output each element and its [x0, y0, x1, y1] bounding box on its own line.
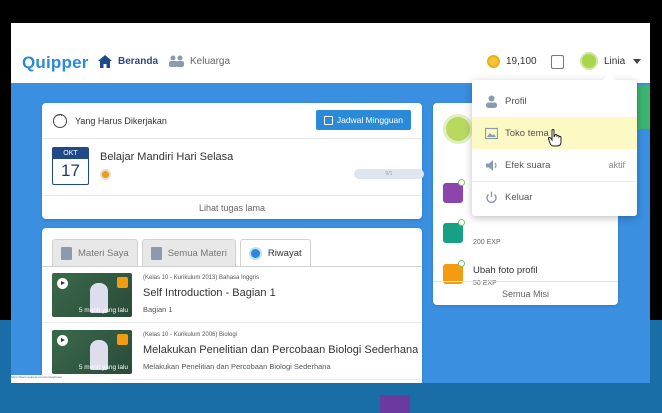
task-title: Belajar Mandiri Hari Selasa: [100, 151, 234, 163]
task-progress: 0/1: [354, 169, 424, 179]
user-avatar: [580, 52, 598, 70]
nav-beranda[interactable]: Beranda: [98, 55, 158, 68]
mission-status-dot: [458, 179, 465, 186]
tab-semua-materi[interactable]: Semua Materi: [141, 239, 236, 266]
trophy-icon: [443, 223, 463, 243]
play-icon: [57, 278, 68, 289]
books-icon: [150, 246, 162, 260]
speaker-icon: [486, 159, 497, 171]
video-thumbnail[interactable]: 5 menit yang lalu: [52, 330, 132, 374]
user-name: Linia: [604, 55, 626, 67]
nav-beranda-label: Beranda: [118, 56, 159, 67]
app-logo[interactable]: Quipper: [22, 53, 89, 73]
home-icon: [98, 55, 112, 68]
browser-status-url: https://learn.quipper.com/en/stayhome: [11, 375, 111, 383]
task-month: OKT: [53, 148, 88, 159]
book-icon: [61, 246, 72, 260]
play-icon: [57, 335, 68, 346]
video-badge-icon: [117, 277, 128, 288]
top-navbar: Quipper Beranda Keluarga 19,100 Linia: [11, 23, 650, 83]
weekly-schedule-label: Jadwal Mingguan: [336, 115, 403, 125]
tab-materi-saya-label: Materi Saya: [78, 247, 129, 259]
see-old-tasks-link[interactable]: Lihat tugas lama: [42, 195, 422, 219]
subject-badge-icon: [100, 169, 111, 180]
power-icon: [486, 191, 497, 203]
checklist-icon: [443, 183, 463, 203]
hand-cursor-icon: [548, 129, 562, 147]
watched-ago: 5 menit yang lalu: [78, 307, 128, 314]
todo-card: Yang Harus Dikerjakan Jadwal Mingguan OK…: [42, 103, 424, 219]
item-title[interactable]: Self Introduction - Bagian 1: [143, 287, 276, 299]
item-meta: (Kelas 10 - Kurikulum 2013) Bahasa Inggr…: [143, 275, 260, 281]
weekly-schedule-button[interactable]: Jadwal Mingguan: [315, 110, 411, 130]
todo-header: Yang Harus Dikerjakan Jadwal Mingguan: [42, 103, 422, 139]
materials-tabs: Materi Saya Semua Materi Riwayat: [52, 239, 315, 266]
menu-item-efek-suara[interactable]: Efek suara aktif: [472, 149, 637, 181]
nav-keluarga[interactable]: Keluarga: [169, 55, 230, 67]
item-subtitle: Bagian 1: [143, 305, 173, 314]
mission-status-dot: [458, 260, 465, 267]
menu-item-keluar[interactable]: Keluar: [472, 181, 637, 213]
todo-title: Yang Harus Dikerjakan: [75, 115, 167, 126]
mission-status-dot: [458, 219, 465, 226]
video-frame: Quipper Beranda Keluarga 19,100 Linia ··…: [0, 0, 662, 413]
task-day: 17: [61, 161, 80, 180]
menu-item-label: Efek suara: [505, 159, 551, 171]
person-icon: [486, 95, 497, 108]
image-icon: [485, 127, 498, 139]
user-menu-toggle[interactable]: Linia: [580, 52, 642, 70]
family-icon: [169, 55, 184, 67]
item-subtitle: Melakukan Penelitian dan Percobaan Biolo…: [143, 362, 331, 371]
history-item[interactable]: 5 menit yang lalu (Kelas 10 - Kurikulum …: [42, 324, 422, 380]
menu-item-label: Profil: [505, 95, 527, 107]
coin-icon: [487, 55, 500, 68]
watched-ago: 5 menit yang lalu: [78, 364, 128, 371]
sound-status[interactable]: aktif: [608, 160, 625, 170]
all-missions-link[interactable]: Semua Misi: [433, 281, 618, 305]
materials-card: Materi Saya Semua Materi Riwayat 5 menit…: [42, 228, 422, 383]
item-title[interactable]: Melakukan Penelitian dan Percobaan Biolo…: [143, 344, 418, 356]
notebook-icon[interactable]: [551, 55, 564, 69]
side-feedback-tab[interactable]: [638, 85, 650, 129]
video-badge-icon: [117, 334, 128, 345]
mission-exp: 200 EXP: [473, 239, 501, 246]
task-item[interactable]: OKT 17 Belajar Mandiri Hari Selasa 0/1: [52, 147, 424, 193]
calendar-icon: [323, 115, 333, 125]
tab-riwayat-label: Riwayat: [267, 247, 302, 259]
menu-item-label: Toko tema: [505, 127, 549, 139]
clock-icon: [248, 246, 262, 260]
nav-keluarga-label: Keluarga: [190, 55, 231, 67]
tab-semua-materi-label: Semua Materi: [167, 247, 227, 259]
mission-title: Ubah foto profil: [473, 265, 538, 276]
task-date: OKT 17: [52, 147, 89, 185]
menu-item-label: Keluar: [505, 192, 533, 203]
history-item[interactable]: 5 menit yang lalu (Kelas 10 - Kurikulum …: [42, 267, 422, 323]
user-dropdown-menu: Profil Toko tema Efek suara aktif Keluar: [472, 74, 637, 216]
background-strip: [380, 395, 410, 413]
profile-avatar: [443, 114, 473, 144]
tab-materi-saya[interactable]: Materi Saya: [52, 239, 138, 266]
chevron-down-icon: [633, 58, 642, 64]
coin-count: 19,100: [506, 56, 537, 67]
mission-item[interactable]: 200 EXP: [443, 219, 608, 251]
video-thumbnail[interactable]: 5 menit yang lalu: [52, 273, 132, 317]
item-meta: (Kelas 10 - Kurikulum 2006) Biologi: [143, 332, 238, 338]
coin-balance: 19,100: [487, 55, 537, 68]
app-screen: Quipper Beranda Keluarga 19,100 Linia ··…: [11, 23, 650, 383]
menu-item-profil[interactable]: Profil: [472, 85, 637, 117]
more-dots-icon: [53, 110, 67, 128]
tab-riwayat[interactable]: Riwayat: [239, 239, 311, 266]
